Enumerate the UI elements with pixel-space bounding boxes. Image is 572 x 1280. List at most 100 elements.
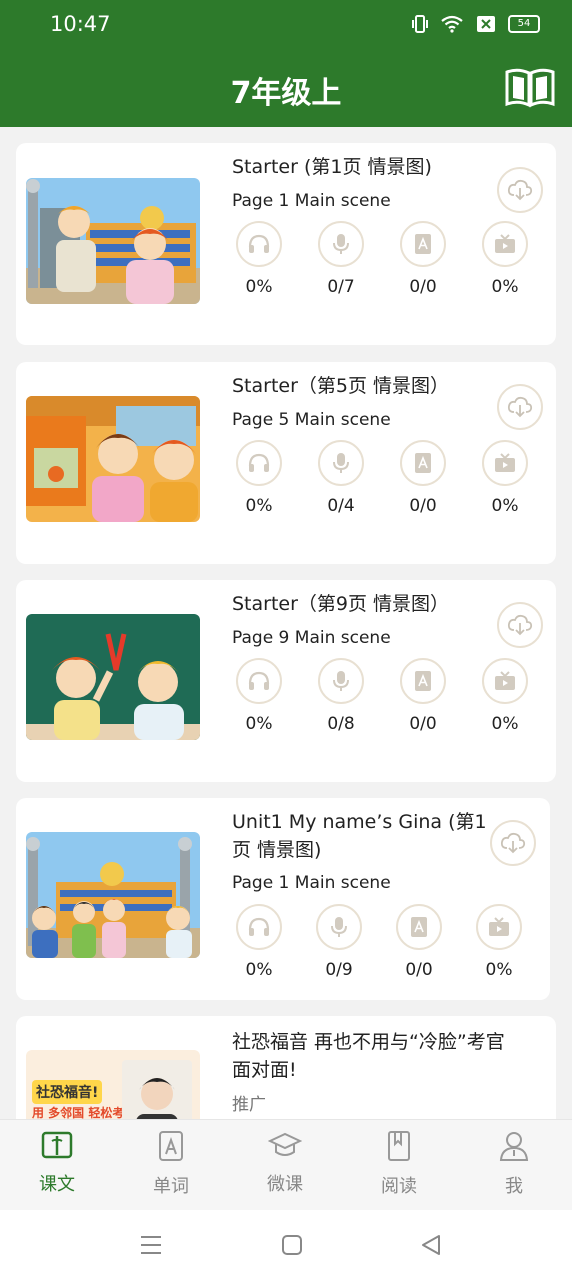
tab-text[interactable]: 课文 (17, 1130, 97, 1196)
tab-microlesson[interactable]: 微课 (245, 1130, 325, 1196)
video-stat[interactable]: 0% (464, 904, 534, 980)
speaking-stat[interactable]: 0/9 (304, 904, 374, 980)
lesson-thumbnail (26, 832, 200, 958)
speaking-value: 0/8 (327, 714, 355, 734)
word-card-icon (415, 671, 431, 691)
status-time: 10:47 (50, 12, 111, 36)
graduation-cap-icon (267, 1132, 303, 1156)
word-value: 0/0 (405, 960, 433, 980)
ad-person-image (122, 1060, 192, 1119)
word-stat[interactable]: 0/0 (388, 658, 458, 734)
cloud-download-icon (507, 179, 533, 201)
menu-icon[interactable] (140, 1235, 162, 1255)
tab-label: 我 (505, 1176, 523, 1197)
download-button[interactable] (490, 820, 536, 866)
wifi-icon (441, 15, 463, 33)
lesson-title: Unit1 My name’s Gina (第1 页 情景图) (232, 808, 487, 864)
word-stat[interactable]: 0/0 (388, 221, 458, 297)
lesson-title: Starter (第1页 情景图) (232, 156, 432, 178)
tab-label: 单词 (153, 1176, 189, 1197)
ad-image-text-1: 社恐福音! (32, 1080, 103, 1104)
tv-icon (489, 917, 509, 936)
video-stat[interactable]: 0% (470, 658, 540, 734)
speaking-stat[interactable]: 0/4 (306, 440, 376, 516)
download-button[interactable] (497, 602, 543, 648)
lesson-subtitle: Page 1 Main scene (232, 191, 391, 211)
listening-stat[interactable]: 0% (224, 440, 294, 516)
person-icon (499, 1132, 529, 1161)
lesson-card[interactable]: Starter（第5页 情景图） Page 5 Main scene 0% 0/… (16, 362, 556, 564)
listening-value: 0% (245, 714, 273, 734)
bottom-tab-bar: 课文 单词 微课 阅读 我 (0, 1119, 572, 1211)
microphone-icon (333, 234, 349, 254)
speaking-value: 0/4 (327, 496, 355, 516)
tv-icon (495, 234, 515, 253)
headphones-icon (248, 234, 270, 253)
word-value: 0/0 (409, 714, 437, 734)
tab-label: 阅读 (381, 1176, 417, 1197)
page-title: 7年级上 (230, 76, 342, 111)
word-value: 0/0 (409, 277, 437, 297)
word-card-icon (415, 234, 431, 254)
lesson-title-line-1: Unit1 My name’s Gina (第1 (232, 811, 487, 833)
lesson-subtitle: Page 1 Main scene (232, 873, 391, 893)
lesson-title-line-2: 页 情景图) (232, 839, 322, 861)
back-icon[interactable] (420, 1234, 442, 1256)
video-value: 0% (485, 960, 513, 980)
book-icon (41, 1131, 73, 1159)
word-stat[interactable]: 0/0 (388, 440, 458, 516)
lesson-card[interactable]: Starter（第9页 情景图） Page 9 Main scene 0% 0/… (16, 580, 556, 782)
lesson-thumbnail (26, 614, 200, 740)
headphones-icon (248, 671, 270, 690)
cloud-download-icon (507, 396, 533, 418)
video-stat[interactable]: 0% (470, 440, 540, 516)
speaking-value: 0/9 (325, 960, 353, 980)
ad-tag: 推广 (232, 1095, 266, 1115)
lesson-list[interactable]: Starter (第1页 情景图) Page 1 Main scene 0% 0… (0, 127, 572, 1119)
download-button[interactable] (497, 384, 543, 430)
ad-card[interactable]: 社恐福音! 用 多邻国 轻松考口语 社恐福音 再也不用与“冷脸”考官面对面! 推… (16, 1016, 556, 1119)
video-value: 0% (491, 714, 519, 734)
lesson-subtitle: Page 5 Main scene (232, 410, 391, 430)
microphone-icon (331, 917, 347, 937)
tab-label: 微课 (267, 1174, 303, 1195)
home-icon[interactable] (281, 1234, 303, 1256)
status-bar: 10:47 54 (0, 0, 572, 50)
speaking-stat[interactable]: 0/7 (306, 221, 376, 297)
cloud-download-icon (500, 832, 526, 854)
tab-words[interactable]: 单词 (131, 1130, 211, 1198)
word-card-icon (159, 1131, 183, 1161)
tv-icon (495, 671, 515, 690)
lesson-card[interactable]: Unit1 My name’s Gina (第1 页 情景图) Page 1 M… (16, 798, 550, 1000)
lesson-subtitle: Page 9 Main scene (232, 628, 391, 648)
ad-thumbnail: 社恐福音! 用 多邻国 轻松考口语 (26, 1050, 200, 1119)
tab-me[interactable]: 我 (474, 1130, 554, 1198)
word-stat[interactable]: 0/0 (384, 904, 454, 980)
speaking-stat[interactable]: 0/8 (306, 658, 376, 734)
video-stat[interactable]: 0% (470, 221, 540, 297)
vibrate-icon (412, 15, 428, 33)
cloud-download-icon (507, 614, 533, 636)
word-value: 0/0 (409, 496, 437, 516)
listening-stat[interactable]: 0% (224, 904, 294, 980)
listening-value: 0% (245, 496, 273, 516)
lesson-title: Starter（第5页 情景图） (232, 375, 450, 397)
tab-reading[interactable]: 阅读 (359, 1130, 439, 1198)
listening-stat[interactable]: 0% (224, 221, 294, 297)
lesson-title: Starter（第9页 情景图） (232, 593, 450, 615)
headphones-icon (248, 917, 270, 936)
lesson-thumbnail (26, 396, 200, 522)
word-card-icon (411, 917, 427, 937)
system-nav-bar (0, 1210, 572, 1280)
open-book-icon[interactable] (504, 64, 556, 108)
bookmark-book-icon (388, 1131, 410, 1161)
video-value: 0% (491, 496, 519, 516)
speaking-value: 0/7 (327, 277, 355, 297)
battery-indicator: 54 (508, 15, 540, 33)
tv-icon (495, 453, 515, 472)
lesson-card[interactable]: Starter (第1页 情景图) Page 1 Main scene 0% 0… (16, 143, 556, 345)
download-button[interactable] (497, 167, 543, 213)
sim-blocked-icon (477, 16, 495, 32)
lesson-thumbnail (26, 178, 200, 304)
listening-stat[interactable]: 0% (224, 658, 294, 734)
